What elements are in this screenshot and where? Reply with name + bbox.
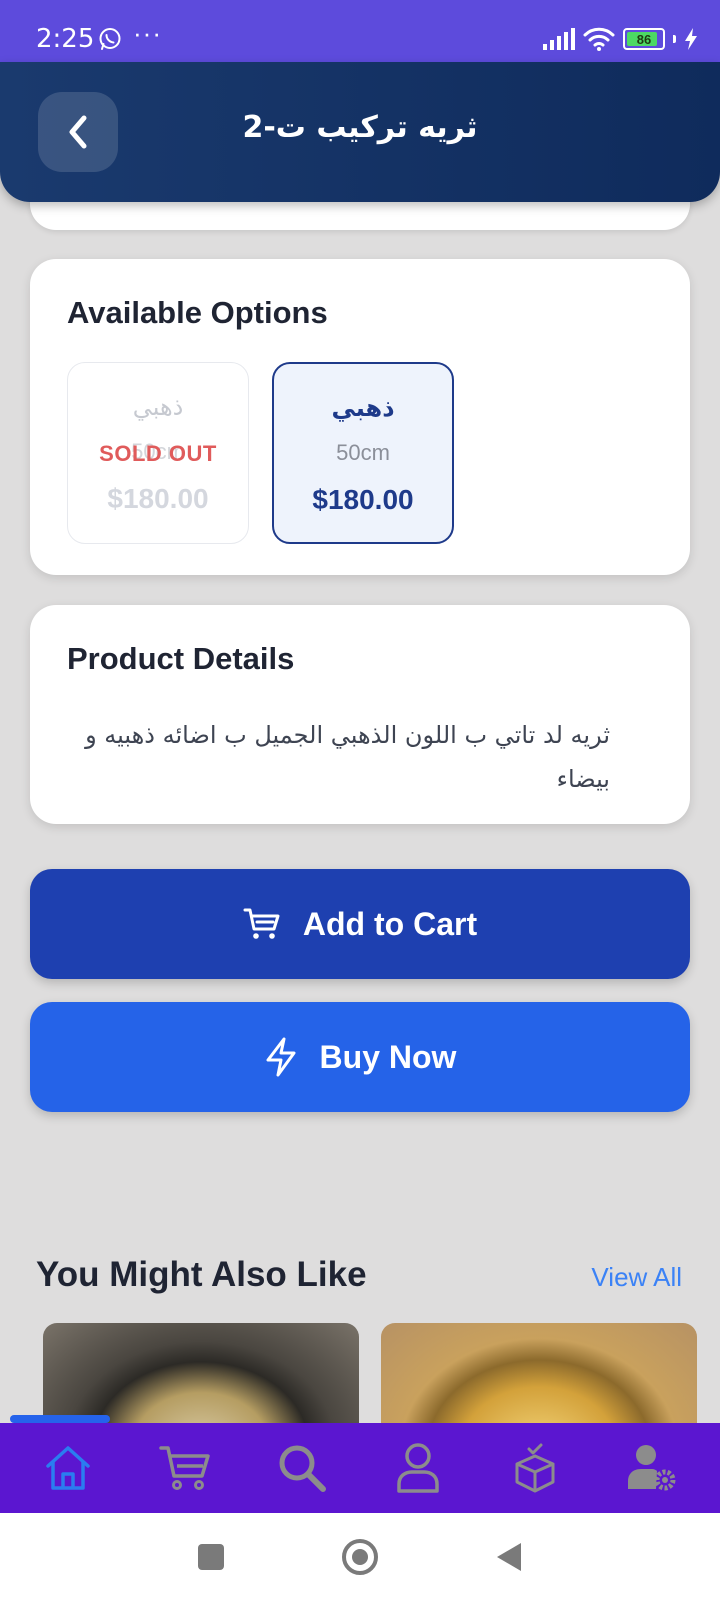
status-time: 2:25 — [36, 24, 95, 54]
nav-orders[interactable] — [500, 1433, 570, 1503]
option-selected[interactable]: ذهبي 50cm $180.00 — [272, 362, 454, 544]
system-nav-bar — [0, 1513, 720, 1600]
wifi-icon — [583, 27, 615, 51]
nav-cart[interactable] — [150, 1433, 220, 1503]
related-product-image[interactable] — [381, 1323, 697, 1433]
nav-account-settings[interactable] — [617, 1433, 687, 1503]
home-icon — [46, 1446, 91, 1490]
status-bar: 2:25 ··· 86 — [0, 0, 720, 62]
option-price: $180.00 — [107, 483, 209, 514]
add-to-cart-label: Add to Cart — [302, 905, 478, 942]
signal-icon — [543, 28, 575, 50]
page-title: ثريه تركيب ت-2 — [242, 110, 478, 145]
add-to-cart-button[interactable]: Add to Cart — [30, 869, 690, 979]
option-price: $180.00 — [312, 484, 414, 515]
buy-now-button[interactable]: Buy Now — [30, 1002, 690, 1112]
bottom-nav — [0, 1423, 720, 1513]
sold-out-badge: SOLD OUT — [99, 441, 217, 466]
whatsapp-icon — [99, 28, 121, 50]
cart-icon — [243, 908, 280, 939]
user-icon — [397, 1443, 440, 1493]
more-notifications-icon: ··· — [133, 18, 162, 48]
app-header: ثريه تركيب ت-2 — [0, 62, 720, 202]
battery-icon: 86 — [623, 28, 665, 50]
available-options-card: Available Options ذهبي 50cm SOLD OUT $18… — [30, 259, 690, 575]
nav-search[interactable] — [267, 1433, 337, 1503]
active-tab-indicator — [10, 1415, 110, 1423]
status-icons: 86 — [543, 26, 698, 52]
options-title: Available Options — [67, 295, 328, 330]
back-triangle-icon[interactable] — [495, 1541, 523, 1573]
buy-now-label: Buy Now — [319, 1038, 457, 1075]
nav-home[interactable] — [33, 1433, 103, 1503]
search-icon — [279, 1445, 326, 1492]
user-settings-icon — [627, 1445, 676, 1491]
view-all-link[interactable]: View All — [591, 1262, 682, 1293]
option-color: ذهبي — [331, 394, 395, 422]
related-title: You Might Also Like — [36, 1255, 367, 1294]
details-description: ثريه لد تاتي ب اللون الذهبي الجميل ب اضا… — [85, 721, 610, 793]
recents-icon[interactable] — [197, 1543, 225, 1571]
cart-icon — [159, 1446, 210, 1490]
option-sold-out[interactable]: ذهبي 50cm SOLD OUT $180.00 — [67, 362, 249, 544]
option-size: 50cm — [336, 440, 390, 465]
battery-level: 86 — [636, 31, 652, 47]
lightning-icon — [266, 1037, 296, 1077]
option-color: ذهبي — [132, 393, 184, 421]
product-details-card: Product Details ثريه لد تاتي ب اللون الذ… — [30, 605, 690, 824]
home-circle-icon[interactable] — [341, 1538, 379, 1576]
charging-icon — [685, 28, 697, 50]
box-check-icon — [515, 1443, 555, 1493]
nav-profile[interactable] — [383, 1433, 453, 1503]
battery-cap — [673, 35, 676, 43]
details-title: Product Details — [67, 641, 295, 676]
